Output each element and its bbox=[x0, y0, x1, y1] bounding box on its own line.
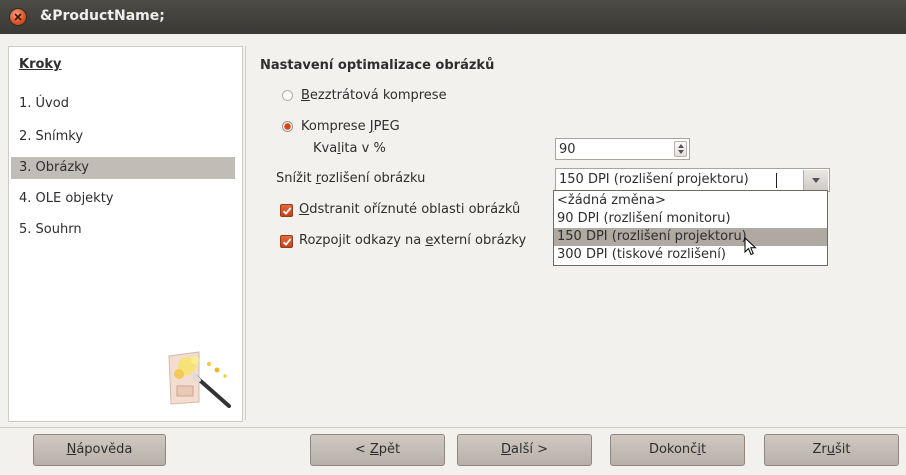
dropdown-option[interactable]: 300 DPI (tiskové rozlišení) bbox=[554, 246, 827, 264]
steps-heading: Kroky bbox=[19, 57, 62, 72]
window-title: &ProductName; bbox=[40, 8, 165, 24]
quality-stepper[interactable]: 90 bbox=[555, 138, 690, 160]
panel-divider bbox=[245, 46, 246, 420]
sidebar-step-slides[interactable]: 2. Snímky bbox=[11, 126, 235, 148]
jpeg-label[interactable]: Komprese JPEG bbox=[301, 119, 400, 134]
resolution-dropdown-list[interactable]: <žádná změna> 90 DPI (rozlišení monitoru… bbox=[553, 190, 828, 266]
title-bar: &ProductName; bbox=[0, 0, 906, 34]
lossless-label[interactable]: Bezztrátová komprese bbox=[301, 88, 447, 103]
help-button[interactable]: Nápověda bbox=[33, 434, 166, 466]
lossless-radio[interactable] bbox=[282, 90, 293, 101]
next-button[interactable]: Další > bbox=[457, 434, 592, 466]
dropdown-option-selected[interactable]: 150 DPI (rozlišení projektoru) bbox=[554, 228, 827, 246]
sidebar-step-ole-objects[interactable]: 4. OLE objekty bbox=[11, 188, 235, 210]
close-window-icon[interactable] bbox=[10, 9, 26, 25]
finish-button[interactable]: Dokončit bbox=[610, 434, 745, 466]
dropdown-option[interactable]: <žádná změna> bbox=[554, 192, 827, 210]
jpeg-radio[interactable] bbox=[282, 121, 293, 132]
mouse-pointer-icon bbox=[744, 237, 757, 256]
unlink-label[interactable]: Rozpojit odkazy na externí obrázky bbox=[299, 233, 526, 248]
resolution-label: Snížit rozlišení obrázku bbox=[276, 171, 426, 186]
sidebar-step-intro[interactable]: 1. Úvod bbox=[11, 93, 235, 115]
unlink-checkbox[interactable] bbox=[280, 235, 293, 248]
cancel-button[interactable]: Zrušit bbox=[764, 434, 899, 466]
sidebar-step-images[interactable]: 3. Obrázky bbox=[11, 157, 235, 179]
resolution-select[interactable]: 150 DPI (rozlišení projektoru) bbox=[555, 168, 830, 192]
dropdown-option[interactable]: 90 DPI (rozlišení monitoru) bbox=[554, 210, 827, 228]
crop-label[interactable]: Odstranit oříznuté oblasti obrázků bbox=[299, 202, 520, 217]
quality-value[interactable]: 90 bbox=[559, 142, 576, 157]
chevron-down-icon bbox=[812, 178, 820, 183]
resolution-select-value[interactable]: 150 DPI (rozlišení projektoru) bbox=[559, 172, 749, 187]
sidebar-step-summary[interactable]: 5. Souhrn bbox=[11, 219, 235, 241]
crop-checkbox[interactable] bbox=[280, 204, 293, 217]
panel-title: Nastavení optimalizace obrázků bbox=[260, 58, 495, 73]
spin-arrows-icon[interactable] bbox=[674, 141, 687, 157]
wizard-illustration-icon bbox=[168, 351, 231, 408]
quality-label: Kvalita v % bbox=[313, 141, 386, 156]
back-button[interactable]: < Zpět bbox=[310, 434, 445, 466]
text-cursor bbox=[776, 173, 777, 188]
button-bar-separator bbox=[0, 427, 906, 428]
dropdown-button[interactable] bbox=[803, 170, 828, 190]
